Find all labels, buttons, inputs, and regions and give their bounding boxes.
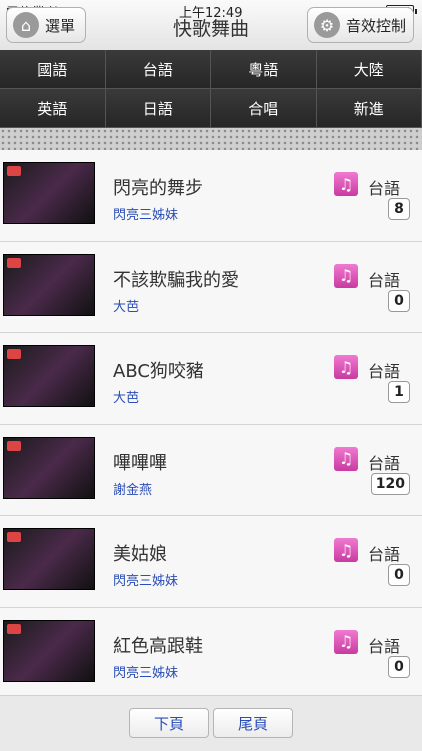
song-title: 紅色高跟鞋 — [113, 632, 203, 658]
song-row[interactable]: 閃亮的舞步 閃亮三姊妹 ♫ 台語 8 — [0, 150, 422, 242]
gear-icon: ⚙ — [314, 12, 340, 38]
category-taiwanese[interactable]: 台語 — [106, 50, 212, 89]
song-language: 台語 — [368, 175, 400, 199]
artist-name[interactable]: 閃亮三姊妹 — [113, 204, 178, 223]
song-language: 台語 — [368, 541, 400, 565]
song-list: 閃亮的舞步 閃亮三姊妹 ♫ 台語 8 不該欺騙我的愛 大芭 ♫ 台語 0 ABC… — [0, 150, 422, 699]
video-thumbnail — [3, 254, 95, 316]
song-row[interactable]: 紅色高跟鞋 閃亮三姊妹 ♫ 台語 0 — [0, 608, 422, 700]
artist-name[interactable]: 謝金燕 — [113, 479, 152, 498]
category-japanese[interactable]: 日語 — [106, 89, 212, 128]
artist-name[interactable]: 大芭 — [113, 296, 139, 315]
pager-bar: 下頁 尾頁 — [0, 695, 422, 751]
music-note-icon: ♫ — [334, 447, 358, 471]
play-count-badge: 0 — [388, 290, 410, 312]
video-thumbnail — [3, 528, 95, 590]
video-thumbnail — [3, 345, 95, 407]
song-language: 台語 — [368, 450, 400, 474]
video-thumbnail — [3, 620, 95, 682]
artist-name[interactable]: 閃亮三姊妹 — [113, 662, 178, 681]
category-duet[interactable]: 合唱 — [211, 89, 317, 128]
song-title: 嗶嗶嗶 — [113, 449, 167, 475]
song-row[interactable]: 不該欺騙我的愛 大芭 ♫ 台語 0 — [0, 242, 422, 334]
category-cantonese[interactable]: 粵語 — [211, 50, 317, 89]
song-title: 閃亮的舞步 — [113, 174, 203, 200]
category-mainland[interactable]: 大陸 — [317, 50, 422, 89]
song-language: 台語 — [368, 267, 400, 291]
video-thumbnail — [3, 437, 95, 499]
next-page-button[interactable]: 下頁 — [129, 708, 209, 738]
song-row[interactable]: 嗶嗶嗶 謝金燕 ♫ 台語 120 — [0, 425, 422, 517]
video-thumbnail — [3, 162, 95, 224]
song-row[interactable]: 美姑娘 閃亮三姊妹 ♫ 台語 0 — [0, 516, 422, 608]
nav-header: 電信業者 ᯾ 上午12:49 ⌂ 選單 快歌舞曲 ⚙ 音效控制 — [0, 0, 422, 51]
category-english[interactable]: 英語 — [0, 89, 106, 128]
play-count-badge: 0 — [388, 656, 410, 678]
song-title: 美姑娘 — [113, 540, 167, 566]
music-note-icon: ♫ — [334, 355, 358, 379]
category-new[interactable]: 新進 — [317, 89, 422, 128]
song-language: 台語 — [368, 633, 400, 657]
dotted-divider — [0, 128, 422, 150]
artist-name[interactable]: 閃亮三姊妹 — [113, 570, 178, 589]
play-count-badge: 0 — [388, 564, 410, 586]
music-note-icon: ♫ — [334, 264, 358, 288]
song-row[interactable]: ABC狗咬豬 大芭 ♫ 台語 1 — [0, 333, 422, 425]
sound-control-button[interactable]: ⚙ 音效控制 — [307, 7, 414, 43]
play-count-badge: 1 — [388, 381, 410, 403]
category-grid: 國語 台語 粵語 大陸 英語 日語 合唱 新進 — [0, 50, 422, 128]
song-language: 台語 — [368, 358, 400, 382]
sound-control-label: 音效控制 — [346, 15, 406, 36]
category-mandarin[interactable]: 國語 — [0, 50, 106, 89]
play-count-badge: 8 — [388, 198, 410, 220]
music-note-icon: ♫ — [334, 538, 358, 562]
song-title: 不該欺騙我的愛 — [113, 266, 239, 292]
song-title: ABC狗咬豬 — [113, 357, 204, 383]
music-note-icon: ♫ — [334, 630, 358, 654]
last-page-button[interactable]: 尾頁 — [213, 708, 293, 738]
artist-name[interactable]: 大芭 — [113, 387, 139, 406]
music-note-icon: ♫ — [334, 172, 358, 196]
play-count-badge: 120 — [371, 473, 410, 495]
